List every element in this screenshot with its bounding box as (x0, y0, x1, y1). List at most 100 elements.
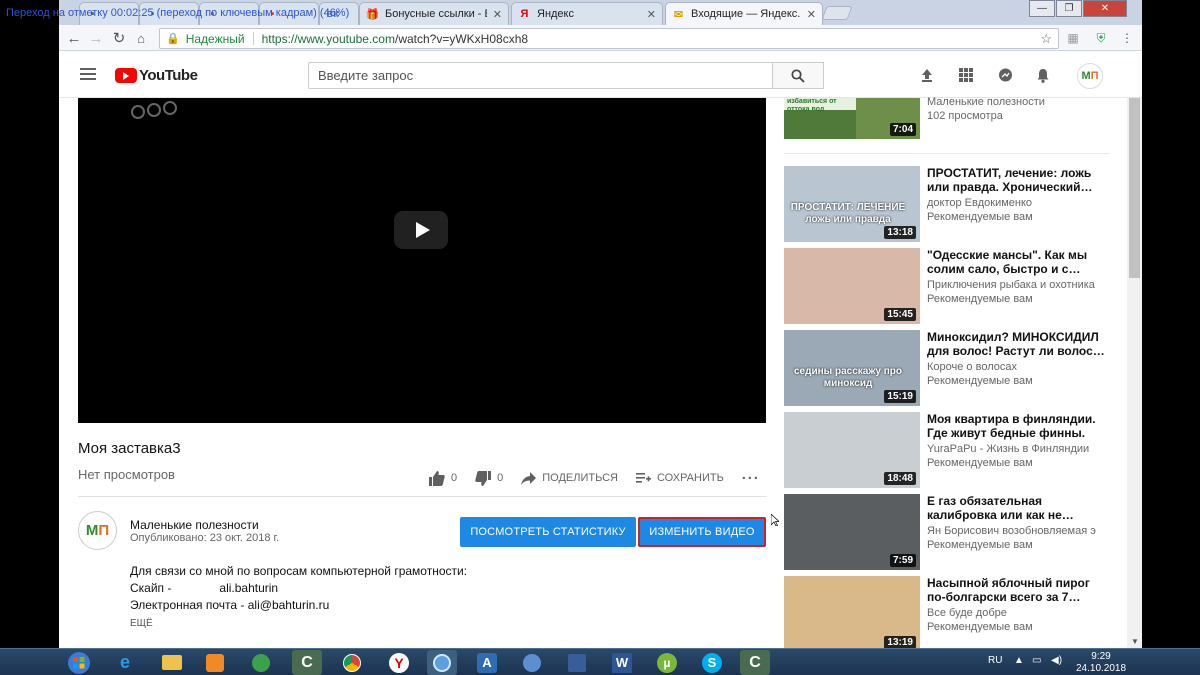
share-arrow-icon (521, 471, 537, 485)
yandex-browser-icon[interactable]: Y (384, 650, 414, 675)
clock-time: 9:29 (1091, 651, 1111, 662)
secure-label: Надежный (185, 31, 245, 46)
new-tab-button[interactable] (821, 6, 853, 20)
tray-arrow-icon[interactable]: ▲ (1014, 655, 1024, 666)
video-channel: Ян Борисович возобновляемая э (927, 525, 1096, 537)
camtasia-icon[interactable]: C (292, 650, 322, 675)
menu-dots-icon[interactable]: ⋮ (1119, 30, 1135, 46)
video-thumbnail[interactable]: 18:48 (784, 412, 920, 488)
video-title: Е газ обязательная калибровка или как не… (927, 494, 1074, 522)
save-button[interactable]: СОХРАНИТЬ (635, 472, 724, 484)
tab-close-icon[interactable]: ✕ (493, 8, 502, 21)
video-title: Миноксидил? МИНОКСИДИЛ для волос! Растут… (927, 330, 1105, 358)
edit-video-button[interactable]: ИЗМЕНИТЬ ВИДЕО (638, 517, 766, 547)
skype-icon[interactable]: S (697, 650, 727, 675)
screen: Переход на отметку 00:02:25 (переход по … (0, 0, 1200, 675)
divider (78, 496, 766, 497)
video-thumbnail[interactable]: ПРОСТАТИТ: ЛЕЧЕНИЕ ложь или правда 13:18 (784, 166, 920, 242)
rss-icon[interactable]: ▦ (1065, 30, 1081, 46)
recommended-video[interactable]: 18:48 Моя квартира в финляндии. Где живут… (784, 412, 1109, 488)
hamburger-menu-icon[interactable] (80, 68, 96, 80)
scroll-down-icon[interactable]: ▼ (1131, 637, 1139, 646)
notifications-bell-icon[interactable] (1035, 67, 1051, 83)
skype-label: Скайп - (130, 581, 172, 595)
recommended-video[interactable]: избавиться от оттока вод 7:04 Маленькие … (784, 96, 1109, 139)
search-button[interactable] (772, 62, 824, 89)
start-button[interactable] (62, 650, 96, 675)
bookmark-star-icon[interactable]: ☆ (1040, 31, 1052, 47)
close-window-button[interactable]: ✕ (1083, 0, 1127, 17)
forward-arrow-icon[interactable]: → (86, 28, 106, 48)
tab-close-icon[interactable]: ✕ (647, 8, 656, 21)
search-input[interactable]: Введите запрос (308, 62, 824, 89)
video-duration: 15:19 (884, 390, 916, 403)
mail-icon: ✉ (673, 8, 684, 21)
network-icon[interactable]: ▭ (1032, 655, 1041, 666)
video-description: Для связи со мной по вопросам компьютерн… (130, 563, 467, 614)
account-avatar[interactable]: МП (1077, 63, 1103, 89)
reload-icon[interactable]: ↻ (109, 28, 129, 48)
url-host: https://www.youtube.com (261, 31, 395, 46)
more-actions-icon[interactable]: ··· (742, 470, 760, 487)
system-clock[interactable]: 9:29 24.10.2018 (1076, 651, 1126, 675)
tab-yandex-mail[interactable]: ✉ Входящие — Яндекс.По ✕ (665, 2, 823, 25)
media-player-icon[interactable] (200, 650, 230, 675)
network-globe-icon[interactable] (517, 650, 547, 675)
avatar-letter: М (85, 522, 99, 539)
windows-taskbar: e C Y A W µ S C RU ▲ ▭ ◀) 9:29 24.10.201… (0, 648, 1200, 675)
youtube-logo[interactable]: YouTube (115, 67, 198, 84)
dislike-button[interactable]: 0 (475, 470, 503, 486)
save-disk-icon[interactable] (562, 650, 592, 675)
like-button[interactable]: 0 (429, 470, 457, 486)
recommended-video[interactable]: ПРОСТАТИТ: ЛЕЧЕНИЕ ложь или правда 13:18 П… (784, 166, 1109, 242)
share-button[interactable]: ПОДЕЛИТЬСЯ (521, 471, 618, 485)
camtasia-recorder-icon[interactable]: C (740, 650, 770, 675)
thumbnail-text: ПРОСТАТИТ: ЛЕЧЕНИЕ ложь или правда (790, 202, 906, 225)
globe-icon[interactable] (246, 650, 276, 675)
video-thumbnail[interactable]: седины расскажу про миноксид 15:19 (784, 330, 920, 406)
url-path: /watch?v=yWKxH08cxh8 (394, 31, 529, 46)
video-meta: Рекомендуемые вам (927, 539, 1033, 551)
home-icon[interactable]: ⌂ (131, 28, 151, 48)
avatar-letter: П (98, 522, 110, 539)
back-arrow-icon[interactable]: ← (64, 28, 84, 48)
video-title: Насыпной яблочный пирог по-болгарски все… (927, 576, 1090, 604)
view-stats-button[interactable]: ПОСМОТРЕТЬ СТАТИСТИКУ (460, 517, 636, 547)
word-icon[interactable]: W (607, 650, 637, 675)
channel-name[interactable]: Маленькие полезности (130, 518, 259, 532)
recommended-video[interactable]: 7:59 Е газ обязательная калибровка или ка… (784, 494, 1109, 570)
utorrent-icon[interactable]: µ (652, 650, 682, 675)
tab-yandex[interactable]: Я Яндекс ✕ (511, 2, 663, 25)
video-thumbnail[interactable]: избавиться от оттока вод 7:04 (784, 98, 920, 139)
recommended-video[interactable]: седины расскажу про миноксид 15:19 Минокси… (784, 330, 1109, 406)
maximize-button[interactable]: ❐ (1056, 0, 1082, 17)
page-scrollbar[interactable]: ▼ (1127, 98, 1142, 648)
recommended-video[interactable]: 13:19 Насыпной яблочный пирог по-болгарск… (784, 576, 1109, 648)
video-thumbnail[interactable]: 13:19 (784, 576, 920, 648)
video-thumbnail[interactable]: 15:45 (784, 248, 920, 324)
minimize-button[interactable]: — (1029, 0, 1055, 17)
chrome-icon[interactable] (337, 650, 367, 675)
tab-bonus[interactable]: 🎁 Бонусные ссылки - Вер ✕ (359, 2, 509, 25)
play-button[interactable] (394, 211, 448, 249)
language-indicator[interactable]: RU (988, 655, 1002, 666)
extension-shield-icon[interactable]: ⛨ (1093, 30, 1109, 46)
video-player[interactable] (78, 98, 766, 423)
internet-explorer-icon[interactable]: e (110, 650, 140, 675)
address-bar[interactable]: 🔒 Надежный https://www.youtube.com/watch… (159, 28, 1059, 49)
volume-icon[interactable]: ◀) (1051, 655, 1062, 666)
show-more-button[interactable]: ЕЩЁ (130, 618, 153, 629)
video-thumbnail[interactable]: 7:59 (784, 494, 920, 570)
arrow-app-icon[interactable]: A (472, 650, 502, 675)
scrollbar-thumb[interactable] (1129, 98, 1140, 278)
recommended-video[interactable]: 15:45 "Одесские мансы". Как мы солим сало… (784, 248, 1109, 324)
video-meta: Рекомендуемые вам (927, 375, 1033, 387)
tab-close-icon[interactable]: ✕ (807, 8, 816, 21)
video-channel: Короче о волосах (927, 361, 1017, 373)
channel-avatar[interactable]: МП (78, 511, 117, 550)
upload-icon[interactable] (919, 67, 935, 83)
apps-grid-icon[interactable] (958, 67, 974, 83)
messages-icon[interactable] (997, 67, 1013, 83)
active-app-icon[interactable] (427, 650, 457, 675)
file-explorer-icon[interactable] (157, 650, 187, 675)
